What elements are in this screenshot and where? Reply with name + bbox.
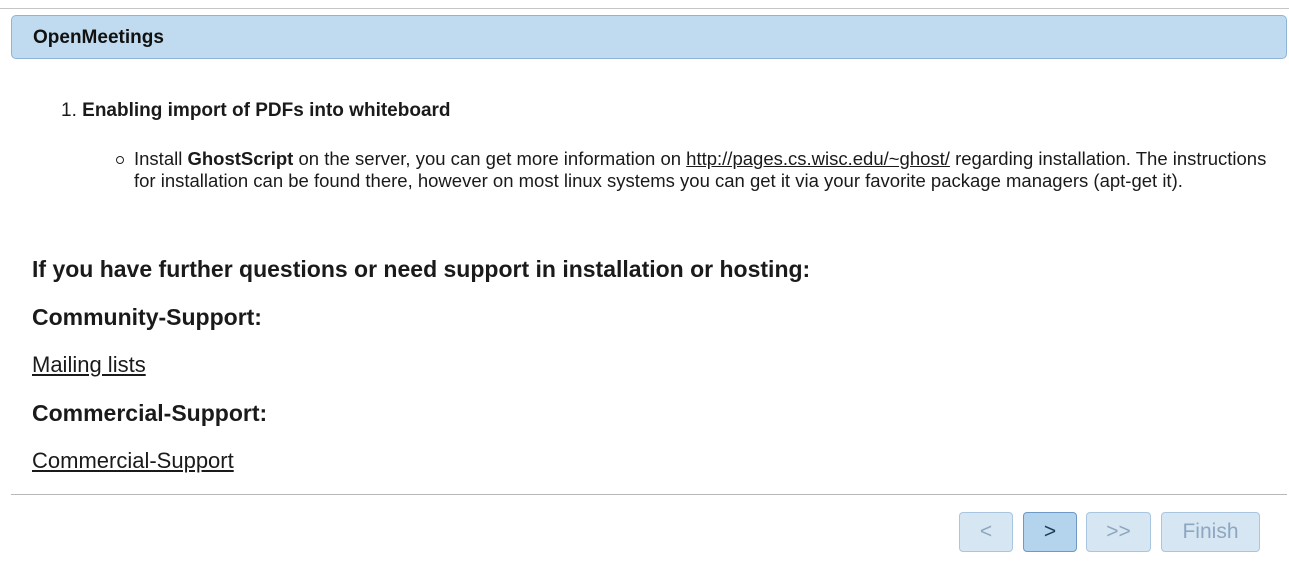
support-heading: If you have further questions or need su… bbox=[32, 256, 811, 282]
previous-button[interactable]: < bbox=[959, 512, 1013, 552]
wizard-title: OpenMeetings bbox=[33, 27, 164, 48]
ghostscript-link[interactable]: http://pages.cs.wisc.edu/~ghost/ bbox=[686, 148, 950, 169]
wizard-title-bar: OpenMeetings bbox=[11, 15, 1287, 59]
ghostscript-label: GhostScript bbox=[187, 148, 294, 169]
commercial-support-link[interactable]: Commercial-Support bbox=[32, 448, 234, 474]
last-step-button[interactable]: >> bbox=[1086, 512, 1151, 552]
footer-divider bbox=[11, 494, 1287, 495]
bullet-text: Install GhostScript on the server, you c… bbox=[134, 148, 1274, 192]
community-support-heading: Community-Support: bbox=[32, 304, 262, 330]
bullet-circle-icon bbox=[116, 156, 124, 164]
step-number: 1. bbox=[61, 100, 77, 121]
bullet-prefix: Install bbox=[134, 148, 188, 169]
finish-button[interactable]: Finish bbox=[1161, 512, 1260, 552]
step-title: Enabling import of PDFs into whiteboard bbox=[82, 100, 451, 121]
bullet-middle: on the server, you can get more informat… bbox=[293, 148, 687, 169]
step-item: 1. Enabling import of PDFs into whiteboa… bbox=[61, 100, 451, 122]
install-wizard: OpenMeetings 1. Enabling import of PDFs … bbox=[0, 8, 1289, 570]
mailing-lists-link[interactable]: Mailing lists bbox=[32, 352, 146, 378]
wizard-content: 1. Enabling import of PDFs into whiteboa… bbox=[0, 59, 1289, 493]
commercial-support-heading: Commercial-Support: bbox=[32, 400, 268, 426]
next-button[interactable]: > bbox=[1023, 512, 1077, 552]
